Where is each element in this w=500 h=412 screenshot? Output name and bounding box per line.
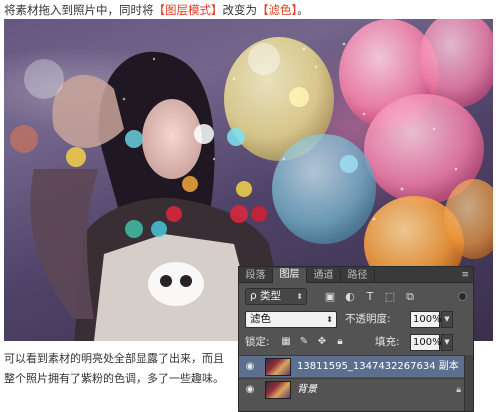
layer-row-background[interactable]: ◉ 背景 🔒︎: [239, 378, 473, 400]
lock-image-pixels-icon[interactable]: ✎: [297, 335, 311, 349]
caption-middle: 改变为: [222, 3, 258, 17]
blend-mode-select[interactable]: 滤色 ⬍: [245, 311, 337, 328]
top-caption: 将素材拖入到照片中，同时将【图层模式】改变为【滤色】。: [4, 2, 496, 18]
filter-row: ρ 类型 ⬍ ▣ ◐ T ⬚ ⧉: [245, 288, 467, 306]
caption-suffix: 。: [297, 3, 309, 17]
lock-position-icon[interactable]: ✥: [315, 335, 329, 349]
skull-eye-right: [180, 275, 192, 287]
tab-paths[interactable]: 路径: [341, 269, 375, 283]
lock-label: 锁定:: [245, 336, 270, 348]
fill-dropdown-button[interactable]: ▼: [441, 334, 453, 351]
kind-filter-label: ρ 类型: [250, 290, 282, 302]
filter-toggle[interactable]: [458, 292, 467, 301]
panel-tab-bar: 段落 图层 通道 路径 ≡: [239, 267, 473, 283]
fill-field[interactable]: 100%: [410, 334, 442, 351]
opacity-label: 不透明度:: [345, 313, 391, 325]
tab-paragraph[interactable]: 段落: [239, 269, 273, 283]
image-filter-icon[interactable]: ▣: [323, 290, 337, 304]
lock-all-icon[interactable]: 🔒︎: [333, 335, 347, 349]
panel-menu-icon[interactable]: ≡: [461, 268, 469, 282]
adjustment-filter-icon[interactable]: ◐: [343, 290, 357, 304]
caption-highlight-screen: 【滤色】: [257, 3, 298, 17]
face: [142, 99, 202, 179]
layer-name[interactable]: 背景: [297, 382, 317, 398]
lock-transparent-pixels-icon[interactable]: ▦: [279, 335, 293, 349]
layers-scrollbar[interactable]: [464, 355, 473, 411]
smart-object-filter-icon[interactable]: ⧉: [403, 290, 417, 304]
skull-motif: [148, 262, 204, 306]
fill-label: 填充:: [375, 336, 400, 348]
shape-filter-icon[interactable]: ⬚: [383, 290, 397, 304]
blend-row: 滤色 ⬍ 不透明度: 100% ▼: [245, 311, 467, 329]
opacity-dropdown-button[interactable]: ▼: [441, 311, 453, 328]
layer-thumbnail: [265, 381, 291, 399]
chevron-updown-icon: ⬍: [296, 292, 303, 301]
lock-icon: 🔒︎: [456, 385, 461, 395]
chevron-updown-icon: ⬍: [326, 315, 333, 324]
tab-layers[interactable]: 图层: [273, 268, 307, 283]
explanation-text: 可以看到素材的明亮处全部显露了出来，而且整个照片拥有了紫粉的色调，多了一些趣味。: [4, 352, 224, 385]
tab-channels[interactable]: 通道: [307, 269, 341, 283]
caption-prefix: 将素材拖入到照片中，同时将: [4, 3, 154, 17]
opacity-field[interactable]: 100%: [410, 311, 442, 328]
blend-mode-value: 滤色: [250, 313, 271, 325]
layer-thumbnail: [265, 358, 291, 376]
blue-balloon: [272, 134, 376, 244]
eye-icon[interactable]: ◉: [243, 384, 257, 396]
caption-highlight-layer-mode: 【图层模式】: [153, 3, 223, 17]
skull-eye-left: [160, 275, 172, 287]
layer-row-copy[interactable]: ◉ 13811595_1347432267634 副本: [239, 355, 473, 377]
eye-icon[interactable]: ◉: [243, 361, 257, 373]
layer-name[interactable]: 13811595_1347432267634 副本: [297, 359, 459, 375]
kind-filter-select[interactable]: ρ 类型 ⬍: [245, 288, 307, 305]
type-filter-icon[interactable]: T: [363, 290, 377, 304]
lock-row: 锁定: ▦ ✎ ✥ 🔒︎ 填充: 100% ▼: [245, 334, 467, 352]
layers-panel: 段落 图层 通道 路径 ≡ ρ 类型 ⬍ ▣ ◐ T ⬚ ⧉ 滤色 ⬍ 不透明度…: [238, 266, 474, 412]
